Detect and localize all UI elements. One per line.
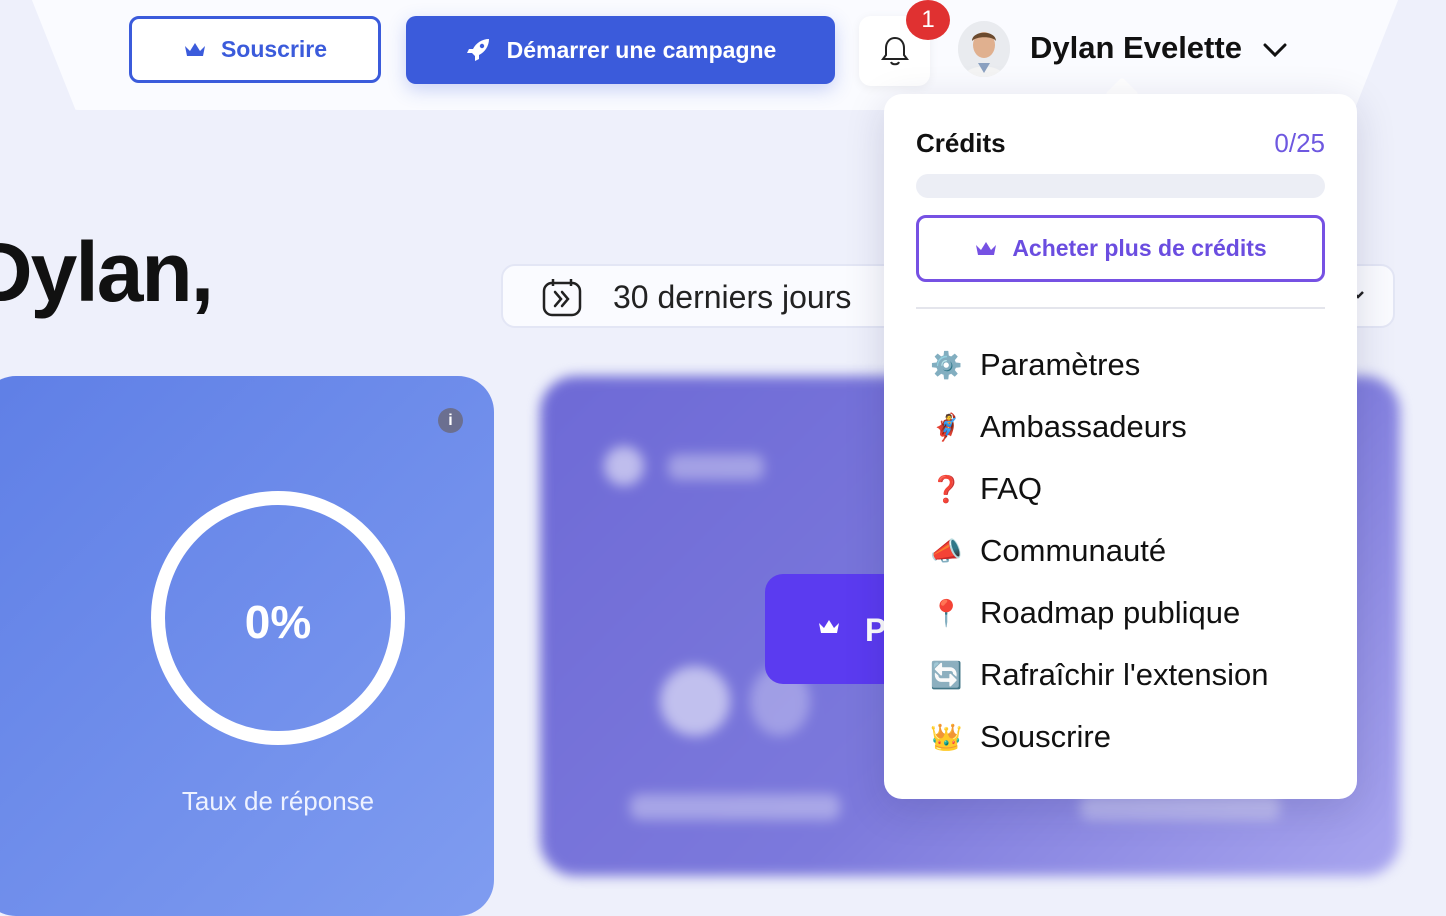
menu-item-faq[interactable]: ❓ FAQ [916,458,1325,520]
subscribe-button[interactable]: Souscrire [129,16,381,83]
info-icon[interactable]: i [438,408,463,433]
avatar[interactable] [958,21,1010,77]
gear-icon: ⚙️ [930,349,963,380]
menu-item-refresh-extension[interactable]: 🔄 Rafraîchir l'extension [916,644,1325,706]
start-campaign-button[interactable]: Démarrer une campagne [406,16,835,84]
credits-label: Crédits [916,128,1006,158]
rocket-icon [466,39,489,61]
user-dropdown-menu: Crédits 0/25 Acheter plus de crédits ⚙️ … [884,94,1357,799]
calendar-forward-icon [542,279,582,317]
menu-item-label: Ambassadeurs [980,409,1187,444]
menu-divider [916,307,1325,309]
menu-item-label: Communauté [980,533,1167,568]
menu-item-label: Souscrire [980,719,1111,754]
menu-item-roadmap[interactable]: 📍 Roadmap publique [916,582,1325,644]
page-greeting: Dylan, [0,225,214,319]
date-range-label: 30 derniers jours [613,279,852,315]
menu-item-community[interactable]: 📣 Communauté [916,520,1325,582]
start-campaign-label: Démarrer une campagne [506,36,777,63]
menu-item-label: Roadmap publique [980,595,1241,630]
crown-icon: 👑 [930,721,963,752]
credits-value: 0/25 [1274,128,1325,158]
menu-item-label: Paramètres [980,347,1141,382]
crown-icon [819,620,839,633]
subscribe-label: Souscrire [220,36,328,62]
superhero-icon: 🦸 [930,411,963,442]
buy-credits-button[interactable]: Acheter plus de crédits [916,215,1325,282]
pin-icon: 📍 [930,597,963,628]
user-name[interactable]: Dylan Evelette [1030,30,1242,66]
buy-credits-label: Acheter plus de crédits [1012,235,1267,261]
response-rate-value: 0% [244,596,312,648]
menu-item-subscribe[interactable]: 👑 Souscrire [916,706,1325,768]
refresh-icon: 🔄 [930,659,963,690]
question-icon: ❓ [930,473,963,504]
credits-progress-bar [916,174,1325,198]
response-rate-label: Taux de réponse [181,786,375,816]
bell-icon [880,36,909,66]
megaphone-icon: 📣 [930,535,963,566]
menu-item-label: FAQ [980,471,1043,506]
menu-item-ambassadors[interactable]: 🦸 Ambassadeurs [916,396,1325,458]
crown-icon [184,42,205,56]
menu-list: ⚙️ Paramètres 🦸 Ambassadeurs ❓ FAQ 📣 Com… [916,334,1325,768]
chevron-down-icon[interactable] [1262,42,1288,58]
menu-item-settings[interactable]: ⚙️ Paramètres [916,334,1325,396]
crown-icon [976,241,997,255]
notification-badge: 1 [906,0,950,40]
menu-item-label: Rafraîchir l'extension [980,657,1269,692]
